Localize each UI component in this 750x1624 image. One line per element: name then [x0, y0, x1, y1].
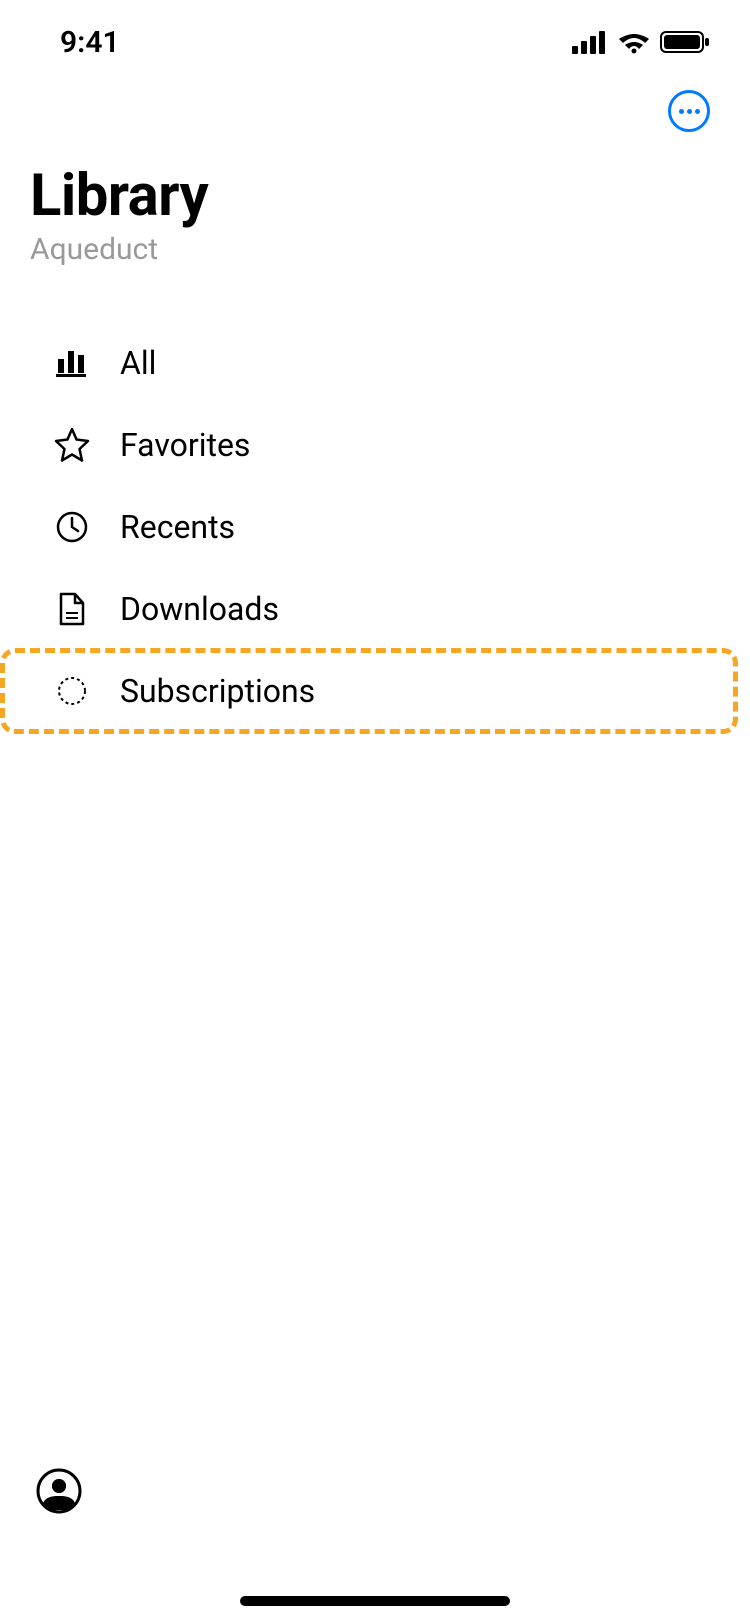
header-actions [0, 70, 750, 142]
menu-item-subscriptions[interactable]: Subscriptions [0, 650, 750, 732]
status-time: 9:41 [60, 25, 120, 60]
clock-icon [54, 509, 90, 545]
menu-label: All [120, 344, 156, 382]
star-icon [54, 427, 90, 463]
status-bar: 9:41 [0, 0, 750, 70]
menu-item-downloads[interactable]: Downloads [0, 568, 750, 650]
menu-label: Recents [120, 508, 235, 546]
menu-label: Subscriptions [120, 672, 315, 710]
document-icon [54, 591, 90, 627]
highlight-annotation [0, 648, 738, 734]
menu-item-all[interactable]: All [0, 322, 750, 404]
profile-icon [36, 1468, 82, 1514]
dotted-circle-icon [54, 673, 90, 709]
menu-item-recents[interactable]: Recents [0, 486, 750, 568]
more-button[interactable] [668, 90, 710, 132]
wifi-icon [618, 30, 650, 54]
menu-item-favorites[interactable]: Favorites [0, 404, 750, 486]
profile-button[interactable] [36, 1468, 82, 1514]
more-icon [679, 109, 700, 114]
page-title: Library [30, 162, 720, 230]
menu-list: All Favorites Recents Down [0, 282, 750, 732]
cellular-icon [572, 30, 608, 54]
chart-bars-icon [54, 345, 90, 381]
page-header: Library Aqueduct [0, 142, 750, 282]
home-indicator[interactable] [240, 1596, 510, 1606]
status-icons [572, 30, 710, 54]
menu-label: Downloads [120, 590, 279, 628]
page-subtitle: Aqueduct [30, 232, 720, 267]
menu-label: Favorites [120, 426, 250, 464]
battery-icon [660, 30, 710, 54]
